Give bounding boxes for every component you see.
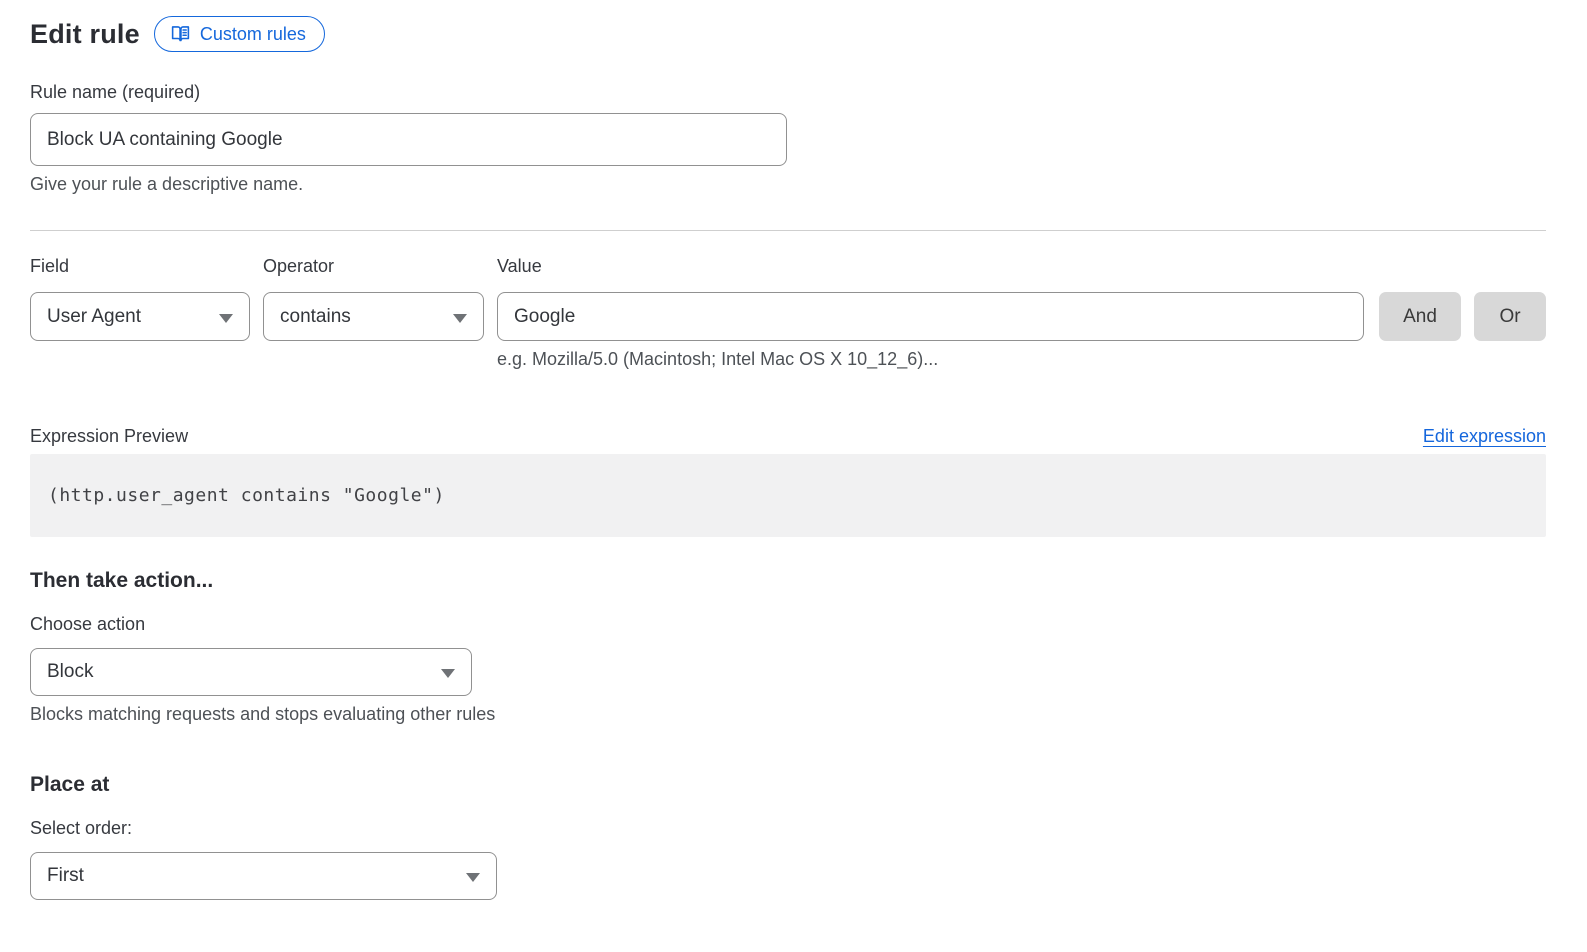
section-divider xyxy=(30,230,1546,231)
place-at-heading: Place at xyxy=(30,773,1546,797)
rule-name-input[interactable] xyxy=(30,113,787,166)
chevron-down-icon xyxy=(219,314,233,323)
condition-row: User Agent contains And Or xyxy=(30,292,1546,341)
page-header: Edit rule Custom rules xyxy=(30,15,1546,53)
select-order-label: Select order: xyxy=(30,818,1546,839)
value-input[interactable] xyxy=(497,292,1364,341)
custom-rules-label: Custom rules xyxy=(200,25,306,43)
field-select[interactable]: User Agent xyxy=(30,292,250,341)
or-button[interactable]: Or xyxy=(1474,292,1546,341)
and-button[interactable]: And xyxy=(1379,292,1461,341)
rule-name-label: Rule name (required) xyxy=(30,82,1546,103)
expression-code: (http.user_agent contains "Google") xyxy=(48,485,445,506)
action-select-value: Block xyxy=(47,661,93,683)
operator-select[interactable]: contains xyxy=(263,292,484,341)
page-title: Edit rule xyxy=(30,19,140,50)
expression-code-block: (http.user_agent contains "Google") xyxy=(30,454,1546,537)
chevron-down-icon xyxy=(441,669,455,678)
take-action-heading: Then take action... xyxy=(30,569,1546,593)
expression-preview-label: Expression Preview xyxy=(30,426,188,447)
operator-label: Operator xyxy=(263,256,497,277)
expression-header-row: Expression Preview Edit expression xyxy=(30,426,1546,447)
chevron-down-icon xyxy=(466,873,480,882)
rule-name-helper: Give your rule a descriptive name. xyxy=(30,174,1546,194)
value-helper: e.g. Mozilla/5.0 (Macintosh; Intel Mac O… xyxy=(497,349,1546,369)
field-select-value: User Agent xyxy=(47,306,141,328)
chevron-down-icon xyxy=(453,314,467,323)
choose-action-label: Choose action xyxy=(30,614,1546,635)
action-helper: Blocks matching requests and stops evalu… xyxy=(30,704,1546,724)
value-label: Value xyxy=(497,256,542,277)
condition-labels-row: Field Operator Value xyxy=(30,256,1546,277)
order-select-value: First xyxy=(47,865,84,887)
order-select[interactable]: First xyxy=(30,852,497,900)
edit-expression-link[interactable]: Edit expression xyxy=(1423,426,1546,447)
field-label: Field xyxy=(30,256,263,277)
action-select[interactable]: Block xyxy=(30,648,472,696)
operator-select-value: contains xyxy=(280,306,351,328)
custom-rules-docs-button[interactable]: Custom rules xyxy=(154,16,325,52)
book-icon xyxy=(170,23,191,44)
edit-rule-page: Edit rule Custom rules Rule name (requir… xyxy=(0,0,1587,900)
